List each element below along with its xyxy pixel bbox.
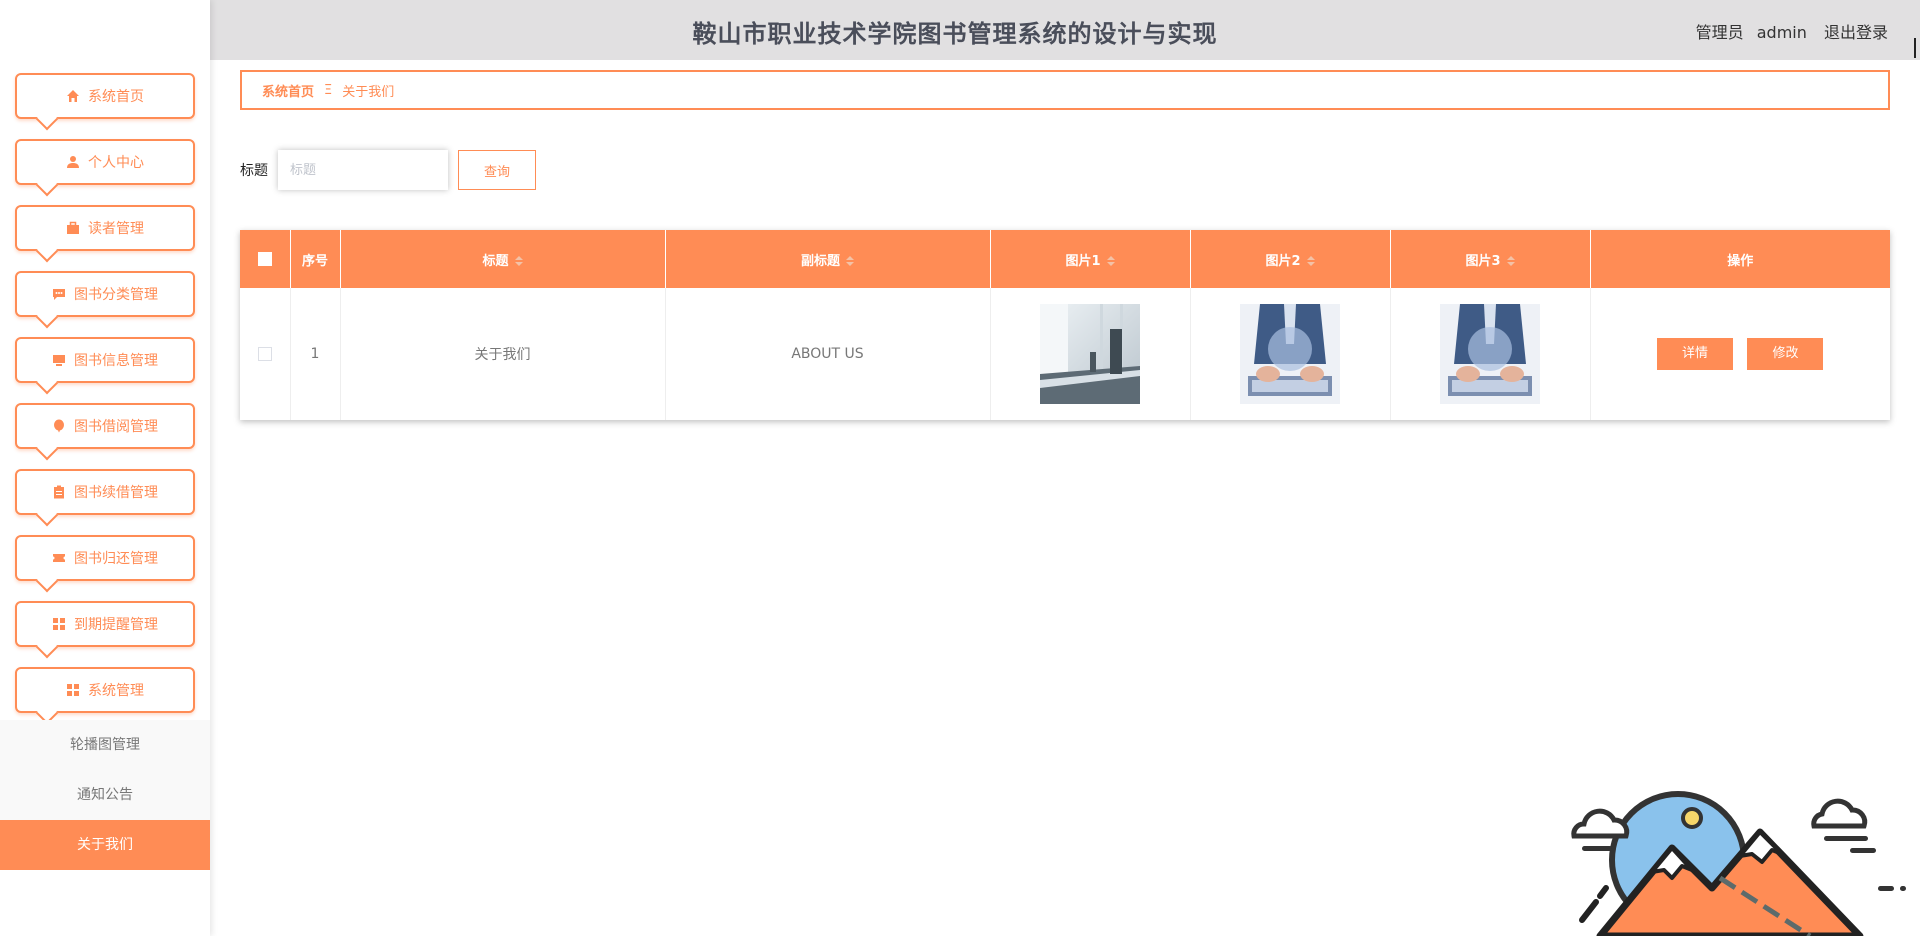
sidebar-item-home[interactable]: 系统首页 xyxy=(15,73,195,119)
keyboard-hands-image[interactable] xyxy=(1240,304,1340,404)
sidebar-item-label: 个人中心 xyxy=(88,155,144,171)
row-subtitle: ABOUT US xyxy=(665,288,991,420)
sidebar-item-label: 到期提醒管理 xyxy=(74,617,158,633)
sidebar-item-label: 图书续借管理 xyxy=(74,485,158,501)
sidebar-item-due-reminder[interactable]: 到期提醒管理 xyxy=(15,601,195,647)
breadcrumb-home[interactable]: 系统首页 xyxy=(262,81,314,100)
page-title: 鞍山市职业技术学院图书管理系统的设计与实现 xyxy=(692,20,1218,48)
username: admin xyxy=(1756,23,1807,42)
search-input[interactable] xyxy=(278,150,448,190)
submenu-item-carousel[interactable]: 轮播图管理 xyxy=(0,720,210,770)
breadcrumb: 系统首页 Ξ 关于我们 xyxy=(240,70,1890,110)
breadcrumb-current: 关于我们 xyxy=(342,84,395,100)
search-button[interactable]: 查询 xyxy=(458,150,536,190)
sidebar-item-system[interactable]: 系统管理 xyxy=(15,667,195,713)
header-select-all[interactable] xyxy=(240,230,291,288)
row-select-cell[interactable] xyxy=(240,288,291,420)
user-icon xyxy=(66,155,80,169)
submenu-item-notice[interactable]: 通知公告 xyxy=(0,770,210,820)
sidebar-item-label: 图书信息管理 xyxy=(74,353,158,369)
breadcrumb-separator: Ξ xyxy=(324,82,333,98)
search-label: 标题 xyxy=(240,163,268,179)
ticket-icon xyxy=(52,551,66,565)
monitor-icon xyxy=(52,353,66,367)
row-actions: 详情 修改 xyxy=(1590,288,1890,420)
user-role: 管理员 xyxy=(1695,23,1744,42)
sort-icon[interactable] xyxy=(846,256,854,266)
column-header-subtitle[interactable]: 副标题 xyxy=(665,230,991,288)
sort-icon[interactable] xyxy=(1506,256,1515,266)
row-checkbox[interactable] xyxy=(257,347,272,361)
clipboard-icon xyxy=(52,485,66,499)
detail-button[interactable]: 详情 xyxy=(1657,338,1734,370)
row-index: 1 xyxy=(290,288,341,420)
meeting-room-image[interactable] xyxy=(1040,304,1140,404)
column-header-image2[interactable]: 图片2 xyxy=(1190,230,1391,288)
logout-link[interactable]: 退出登录 xyxy=(1824,23,1888,42)
row-image2-cell xyxy=(1190,288,1391,420)
submenu-item-about-us[interactable]: 关于我们 xyxy=(0,820,210,870)
sidebar-item-label: 图书借阅管理 xyxy=(74,419,158,435)
row-image3-cell xyxy=(1390,288,1591,420)
sidebar-item-readers[interactable]: 读者管理 xyxy=(15,205,195,251)
grid-icon xyxy=(66,683,80,697)
row-title: 关于我们 xyxy=(340,288,666,420)
sidebar: 系统首页 个人中心 读者管理 图书分类管理 图书信息管理 图书借阅管理 图书续借… xyxy=(0,0,210,936)
keyboard-hands-image[interactable] xyxy=(1440,304,1540,404)
column-header-actions: 操作 xyxy=(1590,230,1890,288)
column-header-index: 序号 xyxy=(290,230,341,288)
system-submenu: 轮播图管理 通知公告 关于我们 xyxy=(0,720,210,870)
sidebar-item-profile[interactable]: 个人中心 xyxy=(15,139,195,185)
balloon-icon xyxy=(52,419,66,433)
sidebar-item-label: 系统管理 xyxy=(88,683,144,699)
sidebar-item-borrowing[interactable]: 图书借阅管理 xyxy=(15,403,195,449)
edit-button[interactable]: 修改 xyxy=(1747,338,1824,370)
sidebar-item-label: 图书分类管理 xyxy=(74,287,158,303)
top-header: 鞍山市职业技术学院图书管理系统的设计与实现 管理员 admin 退出登录 xyxy=(210,0,1920,60)
table-row: 1 关于我们 ABOUT US 详情 修改 xyxy=(240,288,1890,420)
row-image1-cell xyxy=(990,288,1191,420)
sidebar-item-label: 图书归还管理 xyxy=(74,551,158,567)
sort-icon[interactable] xyxy=(1306,256,1315,266)
grid-icon xyxy=(52,617,66,631)
sidebar-item-renewal[interactable]: 图书续借管理 xyxy=(15,469,195,515)
sidebar-item-return[interactable]: 图书归还管理 xyxy=(15,535,195,581)
column-header-image3[interactable]: 图片3 xyxy=(1390,230,1591,288)
select-all-checkbox[interactable] xyxy=(257,252,272,266)
mountain-illustration xyxy=(1571,791,1906,936)
home-icon xyxy=(66,89,80,103)
data-table: 序号 标题 副标题 图片1 图片2 图片3 操作 1 关于我们 ABOUT US xyxy=(240,230,1890,420)
briefcase-icon xyxy=(66,221,80,235)
text-cursor-icon xyxy=(1914,38,1916,58)
sort-icon[interactable] xyxy=(1106,256,1115,266)
column-header-image1[interactable]: 图片1 xyxy=(990,230,1191,288)
chat-icon xyxy=(52,287,66,301)
sidebar-item-label: 读者管理 xyxy=(88,221,144,237)
table-header-row: 序号 标题 副标题 图片1 图片2 图片3 操作 xyxy=(240,230,1890,288)
sidebar-item-book-info[interactable]: 图书信息管理 xyxy=(15,337,195,383)
sidebar-item-label: 系统首页 xyxy=(88,89,144,105)
user-info: 管理员 admin 退出登录 xyxy=(1688,19,1888,43)
sidebar-item-book-category[interactable]: 图书分类管理 xyxy=(15,271,195,317)
column-header-title[interactable]: 标题 xyxy=(340,230,666,288)
sort-icon[interactable] xyxy=(514,256,523,266)
